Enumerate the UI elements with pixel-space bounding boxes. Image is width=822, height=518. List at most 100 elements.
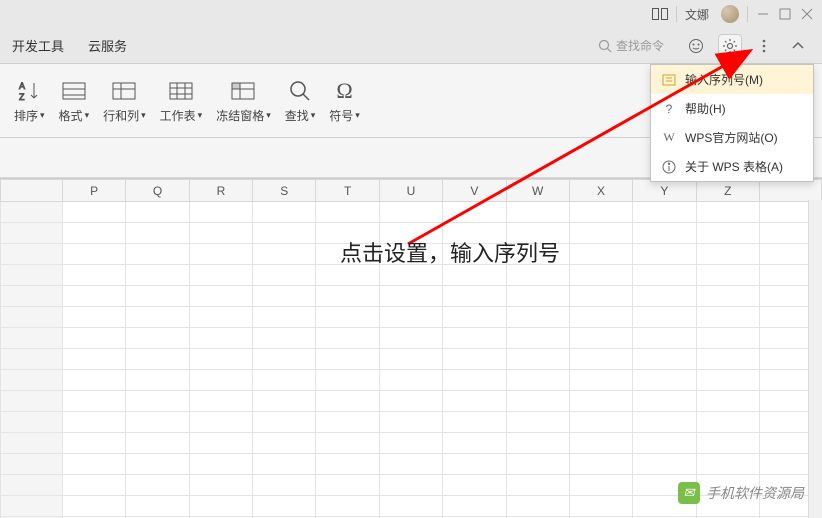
cell[interactable] xyxy=(569,307,632,328)
col-header[interactable]: T xyxy=(316,180,379,202)
cell[interactable] xyxy=(189,265,252,286)
cell[interactable] xyxy=(569,496,632,517)
cell[interactable] xyxy=(189,286,252,307)
cell[interactable] xyxy=(126,454,189,475)
cell[interactable] xyxy=(506,202,569,223)
cell[interactable] xyxy=(63,412,126,433)
cell[interactable] xyxy=(569,223,632,244)
cell[interactable] xyxy=(633,391,696,412)
cell[interactable] xyxy=(696,244,759,265)
cell[interactable] xyxy=(443,307,506,328)
cell[interactable] xyxy=(443,412,506,433)
tab-dev[interactable]: 开发工具 xyxy=(12,32,64,59)
col-header[interactable]: V xyxy=(443,180,506,202)
cell[interactable] xyxy=(253,286,316,307)
cell[interactable] xyxy=(189,475,252,496)
close-button[interactable] xyxy=(800,7,814,21)
cell[interactable] xyxy=(126,244,189,265)
username[interactable]: 文娜 xyxy=(685,6,709,23)
cell[interactable] xyxy=(379,433,442,454)
cell[interactable] xyxy=(316,202,379,223)
cell[interactable] xyxy=(506,496,569,517)
cell[interactable] xyxy=(633,433,696,454)
menu-about[interactable]: 关于 WPS 表格(A) xyxy=(651,152,813,181)
cell[interactable] xyxy=(126,328,189,349)
cell[interactable] xyxy=(696,454,759,475)
cell[interactable] xyxy=(569,454,632,475)
cell[interactable] xyxy=(569,475,632,496)
col-header[interactable]: S xyxy=(253,180,316,202)
cell[interactable] xyxy=(569,244,632,265)
cell[interactable] xyxy=(63,475,126,496)
cell[interactable] xyxy=(443,202,506,223)
cell[interactable] xyxy=(63,202,126,223)
cell[interactable] xyxy=(63,496,126,517)
cell[interactable] xyxy=(63,454,126,475)
cell[interactable] xyxy=(189,328,252,349)
format-button[interactable]: 格式▾ xyxy=(59,77,90,124)
cell[interactable] xyxy=(379,328,442,349)
avatar[interactable] xyxy=(721,5,739,23)
cell[interactable] xyxy=(506,475,569,496)
cell[interactable] xyxy=(126,307,189,328)
cell[interactable] xyxy=(569,391,632,412)
row-header[interactable] xyxy=(1,496,63,517)
symbol-button[interactable]: Ω 符号▾ xyxy=(329,77,360,124)
cell[interactable] xyxy=(316,391,379,412)
col-header[interactable]: Q xyxy=(126,180,189,202)
cell[interactable] xyxy=(379,391,442,412)
cell[interactable] xyxy=(696,202,759,223)
cell[interactable] xyxy=(696,328,759,349)
row-header[interactable] xyxy=(1,454,63,475)
col-header[interactable]: X xyxy=(569,180,632,202)
cell[interactable] xyxy=(189,370,252,391)
cell[interactable] xyxy=(569,433,632,454)
cell[interactable] xyxy=(126,265,189,286)
cell[interactable] xyxy=(126,202,189,223)
cell[interactable] xyxy=(63,370,126,391)
cell[interactable] xyxy=(253,496,316,517)
cell[interactable] xyxy=(696,391,759,412)
cell[interactable] xyxy=(126,496,189,517)
tab-cloud[interactable]: 云服务 xyxy=(88,32,127,59)
cell[interactable] xyxy=(316,370,379,391)
cell[interactable] xyxy=(506,433,569,454)
cell[interactable] xyxy=(189,496,252,517)
cell[interactable] xyxy=(253,223,316,244)
minimize-button[interactable] xyxy=(756,7,770,21)
cell[interactable] xyxy=(633,454,696,475)
cell[interactable] xyxy=(379,412,442,433)
cell[interactable] xyxy=(696,286,759,307)
cell[interactable] xyxy=(633,370,696,391)
menu-serial[interactable]: 输入序列号(M) xyxy=(651,65,813,94)
cell[interactable] xyxy=(253,328,316,349)
row-header[interactable] xyxy=(1,475,63,496)
cell[interactable] xyxy=(379,454,442,475)
cell[interactable] xyxy=(189,307,252,328)
cell[interactable] xyxy=(569,286,632,307)
cell[interactable] xyxy=(506,370,569,391)
cell[interactable] xyxy=(189,202,252,223)
cell[interactable] xyxy=(633,202,696,223)
cell[interactable] xyxy=(696,412,759,433)
cell[interactable] xyxy=(189,412,252,433)
cell[interactable] xyxy=(379,496,442,517)
find-button[interactable]: 查找▾ xyxy=(285,77,316,124)
col-header[interactable]: U xyxy=(379,180,442,202)
cell[interactable] xyxy=(569,412,632,433)
cell[interactable] xyxy=(63,433,126,454)
cell[interactable] xyxy=(506,412,569,433)
cell[interactable] xyxy=(443,286,506,307)
cell[interactable] xyxy=(696,433,759,454)
cell[interactable] xyxy=(63,391,126,412)
cell[interactable] xyxy=(189,391,252,412)
cell[interactable] xyxy=(126,391,189,412)
cell[interactable] xyxy=(379,370,442,391)
cell[interactable] xyxy=(633,265,696,286)
cell[interactable] xyxy=(569,328,632,349)
col-header[interactable]: Z xyxy=(696,180,759,202)
collapse-icon[interactable] xyxy=(786,34,810,58)
cell[interactable] xyxy=(316,349,379,370)
search-box[interactable]: 查找命令 xyxy=(594,35,674,56)
cell[interactable] xyxy=(506,286,569,307)
